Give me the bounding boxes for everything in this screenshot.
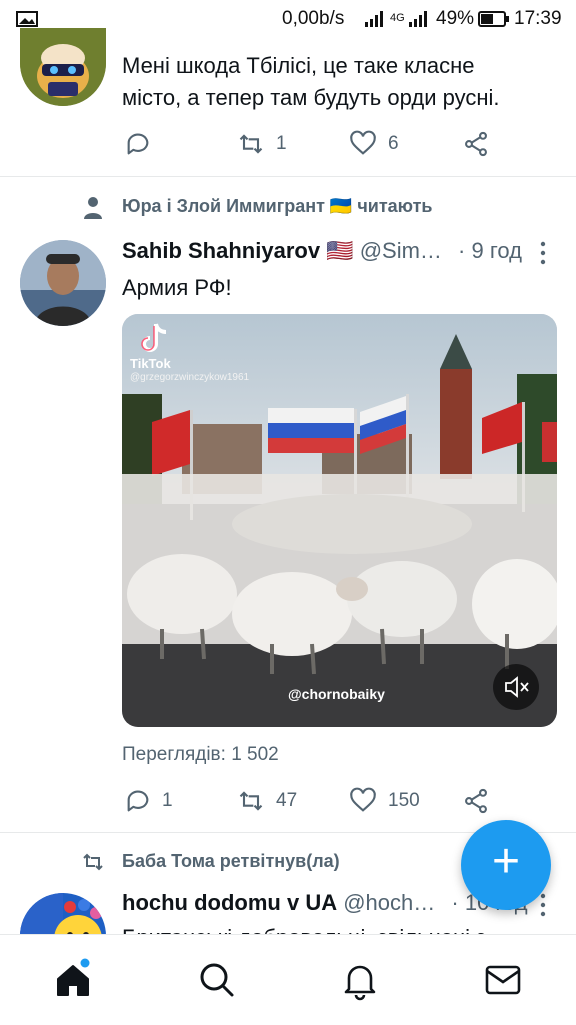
mail-icon (485, 965, 521, 995)
compose-tweet-button[interactable]: + (461, 820, 551, 910)
reply-button[interactable] (124, 130, 152, 158)
author-handle[interactable]: @Sim… (360, 238, 442, 263)
signal-icon (365, 11, 383, 27)
tweet-time[interactable]: · 9 год (458, 238, 522, 263)
reply-icon (127, 133, 149, 155)
share-icon (465, 131, 487, 157)
tweet2-text[interactable]: Армия РФ! (122, 272, 232, 304)
reply-icon (127, 790, 149, 812)
video-watermark: @chornobaiky (288, 686, 385, 702)
tiktok-label: TikTok (130, 356, 171, 371)
tweet1-text[interactable]: Мені шкода Тбілісі, це таке класне місто… (122, 50, 562, 114)
nav-notifications[interactable] (337, 957, 383, 1003)
battery-icon (478, 11, 509, 27)
avatar-cartoon-dog (20, 28, 106, 106)
mute-button[interactable] (493, 664, 539, 710)
retweet-count: 1 (276, 133, 287, 154)
bottom-nav-bar (0, 934, 576, 1025)
share-icon (465, 788, 487, 814)
retweet-button[interactable]: 47 (236, 787, 297, 815)
bell-icon (344, 965, 376, 1001)
like-button[interactable]: 6 (348, 130, 399, 158)
avatar-photo (20, 240, 106, 326)
tweet2-header: Sahib Shahniyarov 🇺🇸 @Sim… · 9 год (122, 238, 532, 264)
battery-percent: 49% (436, 8, 475, 29)
retweet-icon (239, 791, 263, 811)
reply-count: 1 (162, 790, 173, 811)
retweet-icon (239, 134, 263, 154)
author-name[interactable]: hochu dodomu v UA (122, 890, 337, 915)
avatar[interactable] (20, 28, 106, 106)
nav-home[interactable] (50, 957, 96, 1003)
like-count: 150 (388, 790, 420, 811)
tiktok-logo-icon (141, 323, 167, 352)
image-notification-icon (16, 11, 38, 27)
home-icon (57, 958, 90, 996)
author-handle[interactable]: @hoch… (343, 890, 435, 915)
nav-search[interactable] (194, 957, 240, 1003)
tweet1-text-line1: Мені шкода Тбілісі, це таке класне (122, 53, 475, 78)
nav-messages[interactable] (480, 957, 526, 1003)
share-button[interactable] (462, 787, 490, 815)
retweet-context-icon (83, 853, 103, 871)
search-icon (200, 963, 234, 997)
divider (0, 176, 576, 177)
heart-icon (350, 787, 376, 812)
retweet-count: 47 (276, 790, 298, 811)
network-type: 4G (390, 12, 405, 24)
share-button[interactable] (462, 130, 490, 158)
reply-button[interactable]: 1 (124, 787, 173, 815)
author-name[interactable]: Sahib Shahniyarov 🇺🇸 (122, 238, 354, 263)
like-button[interactable]: 150 (348, 787, 420, 815)
tweet1-text-line2: місто, а тепер там будуть орди русні. (122, 85, 500, 110)
avatar[interactable] (20, 240, 106, 326)
net-speed: 0,00b/s (282, 8, 345, 29)
retweet-context[interactable]: Баба Тома ретвітнув(ла) (122, 851, 340, 872)
signal-icon-2 (409, 11, 427, 27)
speaker-muted-icon (505, 676, 529, 698)
tiktok-user: @grzegorzwinczykow1961 (130, 372, 250, 383)
person-icon (84, 197, 102, 219)
clock: 17:39 (514, 8, 562, 29)
more-options-icon[interactable] (536, 240, 550, 266)
compose-plus-label: + (491, 835, 521, 888)
heart-icon (350, 130, 376, 155)
tweet-video[interactable]: TikTok @grzegorzwinczykow1961 @chornobai… (122, 314, 557, 727)
view-count: Переглядів: 1 502 (122, 744, 279, 765)
social-context[interactable]: Юра і Злой Иммигрант 🇺🇦 читають (122, 196, 433, 217)
like-count: 6 (388, 133, 399, 154)
retweet-button[interactable]: 1 (236, 130, 287, 158)
